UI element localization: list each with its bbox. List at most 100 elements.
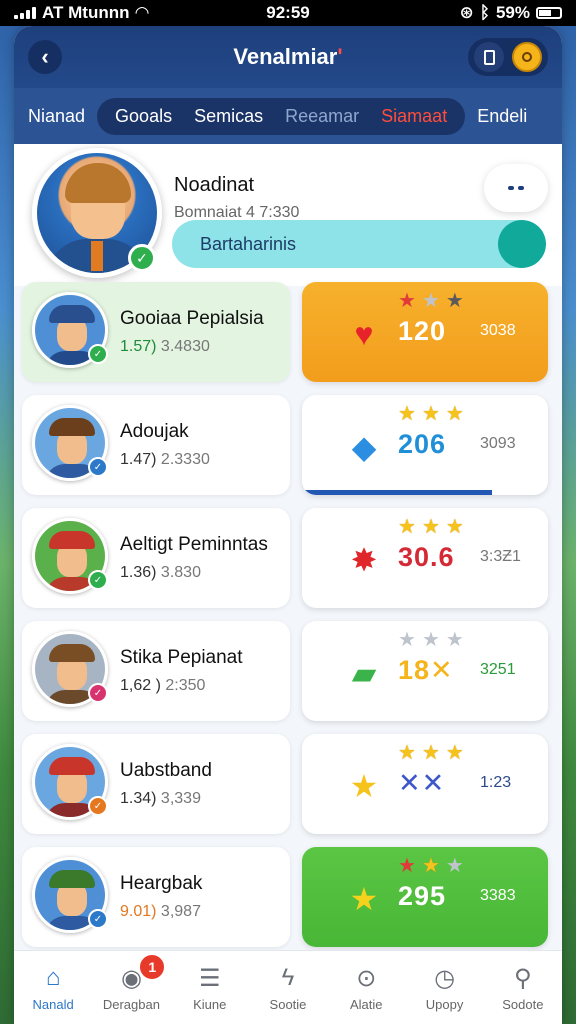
score-card[interactable]: ★ ★ ★ ★ 295 3383 bbox=[302, 847, 548, 947]
score-extra: 3383 bbox=[480, 887, 516, 904]
nav-icon-glyph: ⚲ bbox=[514, 964, 532, 992]
profile-section: ✓ Noadinat Bomnaiat 4 7:330 Bartaharinis bbox=[14, 144, 562, 286]
player-stats: 1.36) 3.830 bbox=[120, 564, 201, 582]
progress-toggle[interactable]: Bartaharinis bbox=[172, 220, 546, 268]
player-name: Uabstband bbox=[120, 760, 212, 781]
star-icon: ★ bbox=[421, 742, 440, 764]
progress-underline bbox=[302, 490, 492, 495]
rank-badge-icon: ✓ bbox=[88, 344, 108, 364]
home-icon: ⌂ bbox=[38, 963, 68, 993]
score-extra: 3251 bbox=[480, 661, 516, 678]
status-left: AT Mtunnn ◠ bbox=[14, 3, 214, 23]
document-button[interactable] bbox=[474, 42, 504, 72]
nav-item-sootie[interactable]: ϟ Sootie bbox=[249, 951, 327, 1024]
carrier-label: AT Mtunnn bbox=[42, 3, 130, 22]
rank-badge-icon: ✓ bbox=[88, 457, 108, 477]
player-stat-rest: 3,339 bbox=[160, 790, 201, 807]
score-card[interactable]: ★ ★ ★ ◆ 206 3093 bbox=[302, 395, 548, 495]
star-rating: ★ ★ ★ bbox=[398, 514, 464, 539]
status-right: ⊛ ᛒ 59% bbox=[362, 3, 562, 23]
document-icon bbox=[483, 49, 495, 65]
nav-item-alatie[interactable]: ⊙ Alatie bbox=[327, 951, 405, 1024]
nav-item-sodote[interactable]: ⚲ Sodote bbox=[484, 951, 562, 1024]
nav-item-nanald[interactable]: ⌂ Nanald bbox=[14, 951, 92, 1024]
toggle-knob bbox=[498, 220, 546, 268]
star-icon: ★ bbox=[346, 768, 382, 804]
star-icon: ★ bbox=[421, 855, 440, 877]
bolt-icon: ϟ bbox=[273, 963, 303, 993]
player-stat-rest: 3,987 bbox=[160, 903, 201, 920]
tab-semicas[interactable]: Semicas bbox=[186, 106, 271, 127]
score-value: 295 bbox=[398, 881, 447, 911]
rank-badge-icon: ✓ bbox=[88, 683, 108, 703]
nav-label: Sootie bbox=[269, 997, 307, 1012]
tab-endeli[interactable]: Endeli bbox=[469, 106, 535, 127]
score-value: 206 bbox=[398, 429, 447, 459]
player-card[interactable]: ✓ Stika Pepianat 1,62 ) 2:350 bbox=[22, 621, 290, 721]
star-icon: ★ bbox=[398, 629, 416, 651]
score-card[interactable]: ★ ★ ★ ▰ 18✕ 3251 bbox=[302, 621, 548, 721]
score-card[interactable]: ★ ★ ★ ✸ 30.6 3:3Ƶ1 bbox=[302, 508, 548, 608]
nav-label: Upopy bbox=[425, 997, 464, 1012]
dots-icon: ⊙ bbox=[351, 963, 381, 993]
leaderboard-row[interactable]: ✓ Gooiaa Pepialsia 1.57) 3.4830 ★ ★ ★ ♥ 12… bbox=[14, 282, 562, 395]
notification-badge: 1 bbox=[138, 953, 167, 981]
star-rating: ★ ★ ★ bbox=[398, 627, 464, 652]
score-card[interactable]: ★ ★ ★ ♥ 120 3038 bbox=[302, 282, 548, 382]
score-extra: 3:3Ƶ1 bbox=[480, 548, 521, 565]
leaderboard-row[interactable]: ✓ Stika Pepianat 1,62 ) 2:350 ★ ★ ★ ▰ 18✕ … bbox=[14, 621, 562, 734]
leaderboard-row[interactable]: ✓ Heargbak 9.01) 3,987 ★ ★ ★ ★ 295 3383 bbox=[14, 847, 562, 960]
leaderboard-row[interactable]: ✓ Adoujak 1.47) 2.3330 ★ ★ ★ ◆ 206 3093 bbox=[14, 395, 562, 508]
nav-icon-glyph: ϟ bbox=[281, 964, 295, 991]
star-icon: ★ bbox=[421, 516, 440, 538]
score-icon-glyph: ♥ bbox=[354, 315, 374, 352]
nav-item-deragban[interactable]: ◉ Deragban 1 bbox=[92, 951, 170, 1024]
nav-icon-glyph: ◷ bbox=[434, 964, 456, 992]
bottom-navigation: ⌂ Nanald ◉ Deragban 1 ☰ Kiune ϟ Sootie ⊙… bbox=[14, 950, 562, 1024]
nav-item-upopy[interactable]: ◷ Upopy bbox=[405, 951, 483, 1024]
leaderboard-list: ✓ Gooiaa Pepialsia 1.57) 3.4830 ★ ★ ★ ♥ 12… bbox=[14, 282, 562, 960]
score-value: 30.6 bbox=[398, 542, 455, 572]
leaderboard-row[interactable]: ✓ Uabstband 1.34) 3,339 ★ ★ ★ ★ ✕✕ 1:23 bbox=[14, 734, 562, 847]
star-icon: ★ bbox=[445, 855, 464, 877]
nav-icon-glyph: ⊙ bbox=[356, 964, 377, 992]
player-card[interactable]: ✓ Gooiaa Pepialsia 1.57) 3.4830 bbox=[22, 282, 290, 382]
star-rating: ★ ★ ★ bbox=[398, 288, 464, 313]
nav-label: Nanald bbox=[32, 997, 74, 1012]
status-bar: AT Mtunnn ◠ 92:59 ⊛ ᛒ 59% bbox=[0, 0, 576, 26]
star-icon: ★ bbox=[421, 290, 440, 312]
player-card[interactable]: ✓ Aeltigt Peminntas 1.36) 3.830 bbox=[22, 508, 290, 608]
player-card[interactable]: ✓ Uabstband 1.34) 3,339 bbox=[22, 734, 290, 834]
back-button[interactable]: ‹ bbox=[28, 40, 62, 74]
score-value: ✕✕ bbox=[398, 768, 446, 798]
coin-icon bbox=[522, 52, 532, 62]
coin-button[interactable] bbox=[512, 42, 542, 72]
player-stats: 1,62 ) 2:350 bbox=[120, 677, 205, 695]
player-stats: 9.01) 3,987 bbox=[120, 903, 201, 921]
star-icon: ★ bbox=[398, 516, 416, 538]
player-stat-lead: 1.36) bbox=[120, 564, 157, 581]
header-actions bbox=[468, 38, 548, 76]
player-card[interactable]: ✓ Adoujak 1.47) 2.3330 bbox=[22, 395, 290, 495]
nav-label: Alatie bbox=[350, 997, 383, 1012]
tab-gooals[interactable]: Gooals bbox=[107, 106, 180, 127]
star-rating: ★ ★ ★ bbox=[398, 401, 464, 426]
player-stat-lead: 9.01) bbox=[120, 903, 157, 920]
nav-item-kiune[interactable]: ☰ Kiune bbox=[171, 951, 249, 1024]
tab-siamaat[interactable]: Siamaat bbox=[373, 106, 455, 127]
player-stat-lead: 1.34) bbox=[120, 790, 157, 807]
score-value: 18✕ bbox=[398, 655, 454, 685]
player-stats: 1.57) 3.4830 bbox=[120, 338, 210, 356]
score-card[interactable]: ★ ★ ★ ★ ✕✕ 1:23 bbox=[302, 734, 548, 834]
tab-nianad[interactable]: Nianad bbox=[20, 106, 93, 127]
tab-reeamar[interactable]: Reeamar bbox=[277, 106, 367, 127]
player-stat-rest: 2.3330 bbox=[160, 451, 210, 468]
app-header: ‹ Venalmiar' bbox=[14, 26, 562, 88]
leaderboard-row[interactable]: ✓ Aeltigt Peminntas 1.36) 3.830 ★ ★ ★ ✸ 30… bbox=[14, 508, 562, 621]
more-options-button[interactable] bbox=[484, 164, 548, 212]
player-stat-lead: 1,62 ) bbox=[120, 677, 161, 694]
player-card[interactable]: ✓ Heargbak 9.01) 3,987 bbox=[22, 847, 290, 947]
rank-badge-icon: ✓ bbox=[88, 570, 108, 590]
star-icon: ★ bbox=[398, 742, 416, 764]
score-icon-glyph: ▰ bbox=[351, 655, 377, 691]
